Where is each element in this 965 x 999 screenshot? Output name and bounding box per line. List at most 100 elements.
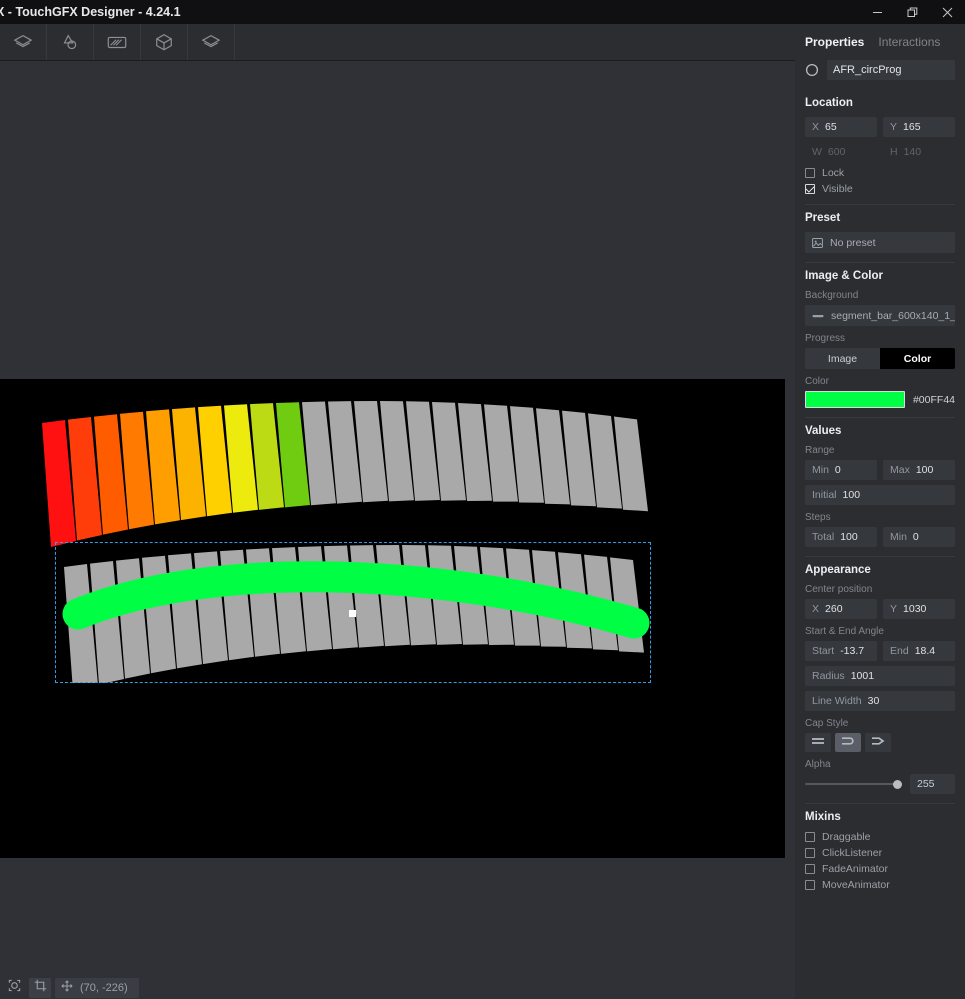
cap-butt-icon bbox=[810, 734, 826, 752]
crop-icon-button[interactable] bbox=[29, 977, 51, 998]
background-selector[interactable]: segment_bar_600x140_1_bac... bbox=[805, 305, 955, 326]
radius-label: Radius bbox=[812, 670, 845, 682]
color-hex-value[interactable]: #00FF44 bbox=[913, 394, 955, 406]
main-toolbar bbox=[0, 24, 795, 61]
layers-icon bbox=[13, 32, 33, 52]
progress-type-toggle[interactable]: Image Color bbox=[805, 348, 955, 369]
section-title-image-color: Image & Color bbox=[805, 270, 883, 282]
end-angle-field[interactable]: End 18.4 bbox=[883, 641, 955, 661]
center-handle[interactable] bbox=[349, 610, 356, 617]
range-max-field[interactable]: Max 100 bbox=[883, 460, 955, 480]
widget-name-row: AFR_circProg bbox=[795, 54, 965, 90]
progress-option-color[interactable]: Color bbox=[880, 348, 955, 369]
draggable-checkbox[interactable] bbox=[805, 832, 815, 842]
center-position-label: Center position bbox=[805, 584, 873, 595]
location-x-label: X bbox=[812, 121, 820, 133]
circle-icon bbox=[805, 63, 819, 77]
cursor-coordinates: (70, -226) bbox=[55, 977, 139, 998]
lock-row[interactable]: Lock bbox=[805, 167, 955, 179]
panel-tabs: Properties Interactions bbox=[795, 24, 965, 54]
center-y-field[interactable]: Y 1030 bbox=[883, 599, 955, 619]
steps-min-label: Min bbox=[890, 531, 907, 543]
lock-checkbox[interactable] bbox=[805, 168, 815, 178]
layers-icon-button[interactable] bbox=[0, 24, 47, 60]
steps-min-field[interactable]: Min 0 bbox=[883, 527, 955, 547]
alpha-slider[interactable] bbox=[805, 776, 902, 792]
window-controls bbox=[860, 0, 965, 24]
properties-panel[interactable]: Properties Interactions AFR_circProg Loc… bbox=[795, 24, 965, 999]
location-w-value: 600 bbox=[827, 146, 846, 158]
image-icon-button[interactable] bbox=[94, 24, 141, 60]
cap-butt-button[interactable] bbox=[805, 733, 831, 752]
line-width-label: Line Width bbox=[812, 695, 862, 707]
shapes-icon bbox=[60, 32, 80, 52]
progress-option-image[interactable]: Image bbox=[805, 348, 880, 369]
initial-value-field[interactable]: Initial 100 bbox=[805, 485, 955, 505]
end-angle-value: 18.4 bbox=[914, 645, 936, 657]
location-x-field[interactable]: X 65 bbox=[805, 117, 877, 137]
alpha-value-field[interactable]: 255 bbox=[910, 774, 955, 794]
fadeanimator-checkbox[interactable] bbox=[805, 864, 815, 874]
stack-icon bbox=[201, 32, 221, 52]
range-min-field[interactable]: Min 0 bbox=[805, 460, 877, 480]
location-y-field[interactable]: Y 165 bbox=[883, 117, 955, 137]
editor-area[interactable]: (70, -226) bbox=[0, 61, 795, 999]
restore-button[interactable] bbox=[895, 0, 930, 24]
clicklistener-checkbox[interactable] bbox=[805, 848, 815, 858]
color-swatch[interactable] bbox=[805, 391, 905, 408]
lock-label: Lock bbox=[822, 167, 845, 179]
end-angle-label: End bbox=[890, 645, 909, 657]
widget-name-input[interactable]: AFR_circProg bbox=[827, 60, 955, 80]
bitmap-icon bbox=[812, 312, 824, 320]
steps-total-field[interactable]: Total 100 bbox=[805, 527, 877, 547]
start-angle-field[interactable]: Start -13.7 bbox=[805, 641, 877, 661]
moveanimator-checkbox[interactable] bbox=[805, 880, 815, 890]
shapes-icon-button[interactable] bbox=[47, 24, 94, 60]
steps-min-value: 0 bbox=[912, 531, 919, 543]
cap-round-icon bbox=[840, 734, 856, 752]
close-button[interactable] bbox=[930, 0, 965, 24]
section-title-appearance: Appearance bbox=[805, 564, 871, 576]
mixin-clicklistener-row[interactable]: ClickListener bbox=[805, 847, 955, 859]
initial-value: 100 bbox=[842, 489, 861, 501]
preset-selector[interactable]: No preset bbox=[805, 232, 955, 253]
section-title-location: Location bbox=[805, 97, 853, 109]
line-width-field[interactable]: Line Width 30 bbox=[805, 691, 955, 711]
location-w-label: W bbox=[812, 146, 822, 158]
location-x-value: 65 bbox=[825, 121, 837, 133]
range-label: Range bbox=[805, 445, 835, 456]
device-canvas[interactable] bbox=[0, 379, 785, 858]
section-mixins: Mixins Draggable ClickListener FadeAnima… bbox=[795, 811, 965, 891]
center-y-value: 1030 bbox=[903, 603, 927, 615]
cap-triangle-button[interactable] bbox=[865, 733, 891, 752]
visible-label: Visible bbox=[822, 183, 853, 195]
cap-round-button[interactable] bbox=[835, 733, 861, 752]
radius-field[interactable]: Radius 1001 bbox=[805, 666, 955, 686]
preset-value: No preset bbox=[830, 236, 876, 249]
color-row: #00FF44 bbox=[805, 391, 955, 408]
mixin-fadeanimator-row[interactable]: FadeAnimator bbox=[805, 863, 955, 875]
location-y-label: Y bbox=[890, 121, 898, 133]
alpha-slider-knob[interactable] bbox=[893, 779, 902, 789]
radius-value: 1001 bbox=[850, 670, 875, 682]
mixin-moveanimator-row[interactable]: MoveAnimator bbox=[805, 879, 955, 891]
range-min-label: Min bbox=[812, 464, 829, 476]
segment-bar-progress[interactable] bbox=[56, 543, 656, 683]
section-appearance: Appearance Center position X 260 Y 1030 … bbox=[795, 564, 965, 804]
tab-properties[interactable]: Properties bbox=[805, 35, 864, 49]
mixin-draggable-row[interactable]: Draggable bbox=[805, 831, 955, 843]
visible-row[interactable]: Visible bbox=[805, 183, 955, 195]
visible-checkbox[interactable] bbox=[805, 184, 815, 194]
divider bbox=[805, 556, 955, 557]
location-y-value: 165 bbox=[903, 121, 921, 133]
center-x-field[interactable]: X 260 bbox=[805, 599, 877, 619]
stack-icon-button[interactable] bbox=[188, 24, 235, 60]
title-bar: X - TouchGFX Designer - 4.24.1 bbox=[0, 0, 965, 24]
location-w-field: W 600 bbox=[805, 142, 877, 162]
minimize-button[interactable] bbox=[860, 0, 895, 24]
line-width-value: 30 bbox=[867, 695, 880, 707]
steps-total-value: 100 bbox=[840, 531, 858, 543]
tab-interactions[interactable]: Interactions bbox=[878, 35, 940, 49]
focus-icon-button[interactable] bbox=[3, 978, 25, 998]
box-icon-button[interactable] bbox=[141, 24, 188, 60]
